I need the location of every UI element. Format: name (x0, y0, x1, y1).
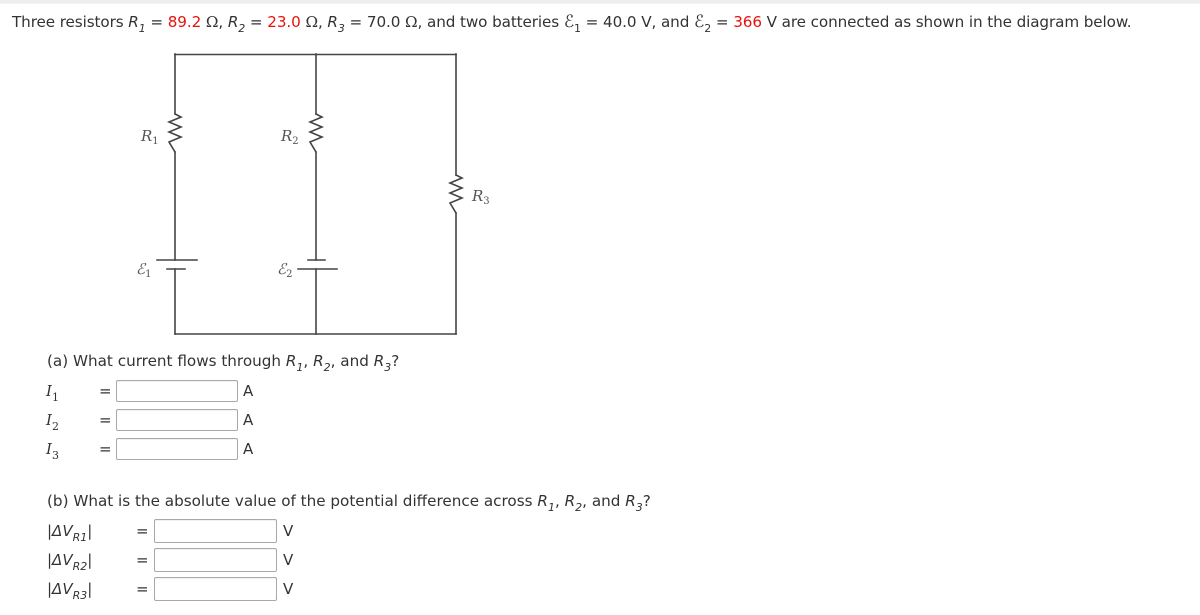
label-e1: ℰ1 (136, 260, 151, 280)
resistor-r1 (166, 112, 184, 154)
r1-symbol: R1 (285, 352, 304, 374)
part-b-question: (b) What is the absolute value of the po… (47, 491, 651, 514)
comma: , (582, 492, 592, 510)
r3-symbol: R3 (373, 352, 392, 374)
unit-amps: A (243, 440, 254, 458)
unit-amps: A (243, 382, 254, 400)
dvr1-input[interactable] (154, 519, 277, 543)
resistor-r2 (307, 112, 325, 154)
comma: , (330, 352, 341, 370)
unit-volts: V (283, 522, 294, 540)
equals-sign: = (99, 382, 112, 400)
equals-sign: = (99, 411, 112, 429)
unit-volts: V (283, 551, 294, 569)
and-word: and (591, 492, 626, 510)
question-text: (b) What is the absolute value of the po… (47, 492, 538, 510)
r2-symbol: R2 (313, 352, 331, 374)
i1-input[interactable] (116, 380, 238, 402)
label-e2: ℰ2 (277, 260, 292, 280)
i1-label: I1 (46, 382, 59, 404)
dvr1-label: |ΔVR1| (47, 522, 93, 544)
r2-symbol: R2 (564, 492, 583, 514)
dvr2-label: |ΔVR2| (47, 551, 93, 573)
and-word: and (340, 352, 374, 370)
dvr3-label: |ΔVR3| (47, 580, 93, 602)
equals-sign: = (136, 580, 149, 598)
i3-label: I3 (46, 440, 59, 462)
comma: , (554, 492, 565, 510)
unit-volts: V (283, 580, 294, 598)
equals-sign: = (99, 440, 112, 458)
resistor-r3 (447, 173, 465, 215)
label-r3: R3 (471, 187, 490, 207)
question-mark: ? (391, 352, 400, 370)
part-a-question: (a) What current flows through R1, R2, a… (47, 351, 400, 374)
question-text: (a) What current flows through (47, 352, 286, 370)
unit-amps: A (243, 411, 254, 429)
dvr2-input[interactable] (154, 548, 277, 572)
equals-sign: = (136, 551, 149, 569)
circuit-diagram: R1 R2 R3 ℰ1 ℰ2 (136, 53, 490, 335)
equals-sign: = (136, 522, 149, 540)
r3-symbol: R3 (625, 492, 643, 514)
i2-label: I2 (46, 411, 59, 433)
r1-symbol: R1 (537, 492, 555, 514)
comma: , (303, 352, 314, 370)
question-mark: ? (642, 492, 651, 510)
label-r1: R1 (140, 127, 159, 147)
label-r2: R2 (280, 127, 299, 147)
i3-input[interactable] (116, 438, 238, 460)
i2-input[interactable] (116, 409, 238, 431)
dvr3-input[interactable] (154, 577, 277, 601)
